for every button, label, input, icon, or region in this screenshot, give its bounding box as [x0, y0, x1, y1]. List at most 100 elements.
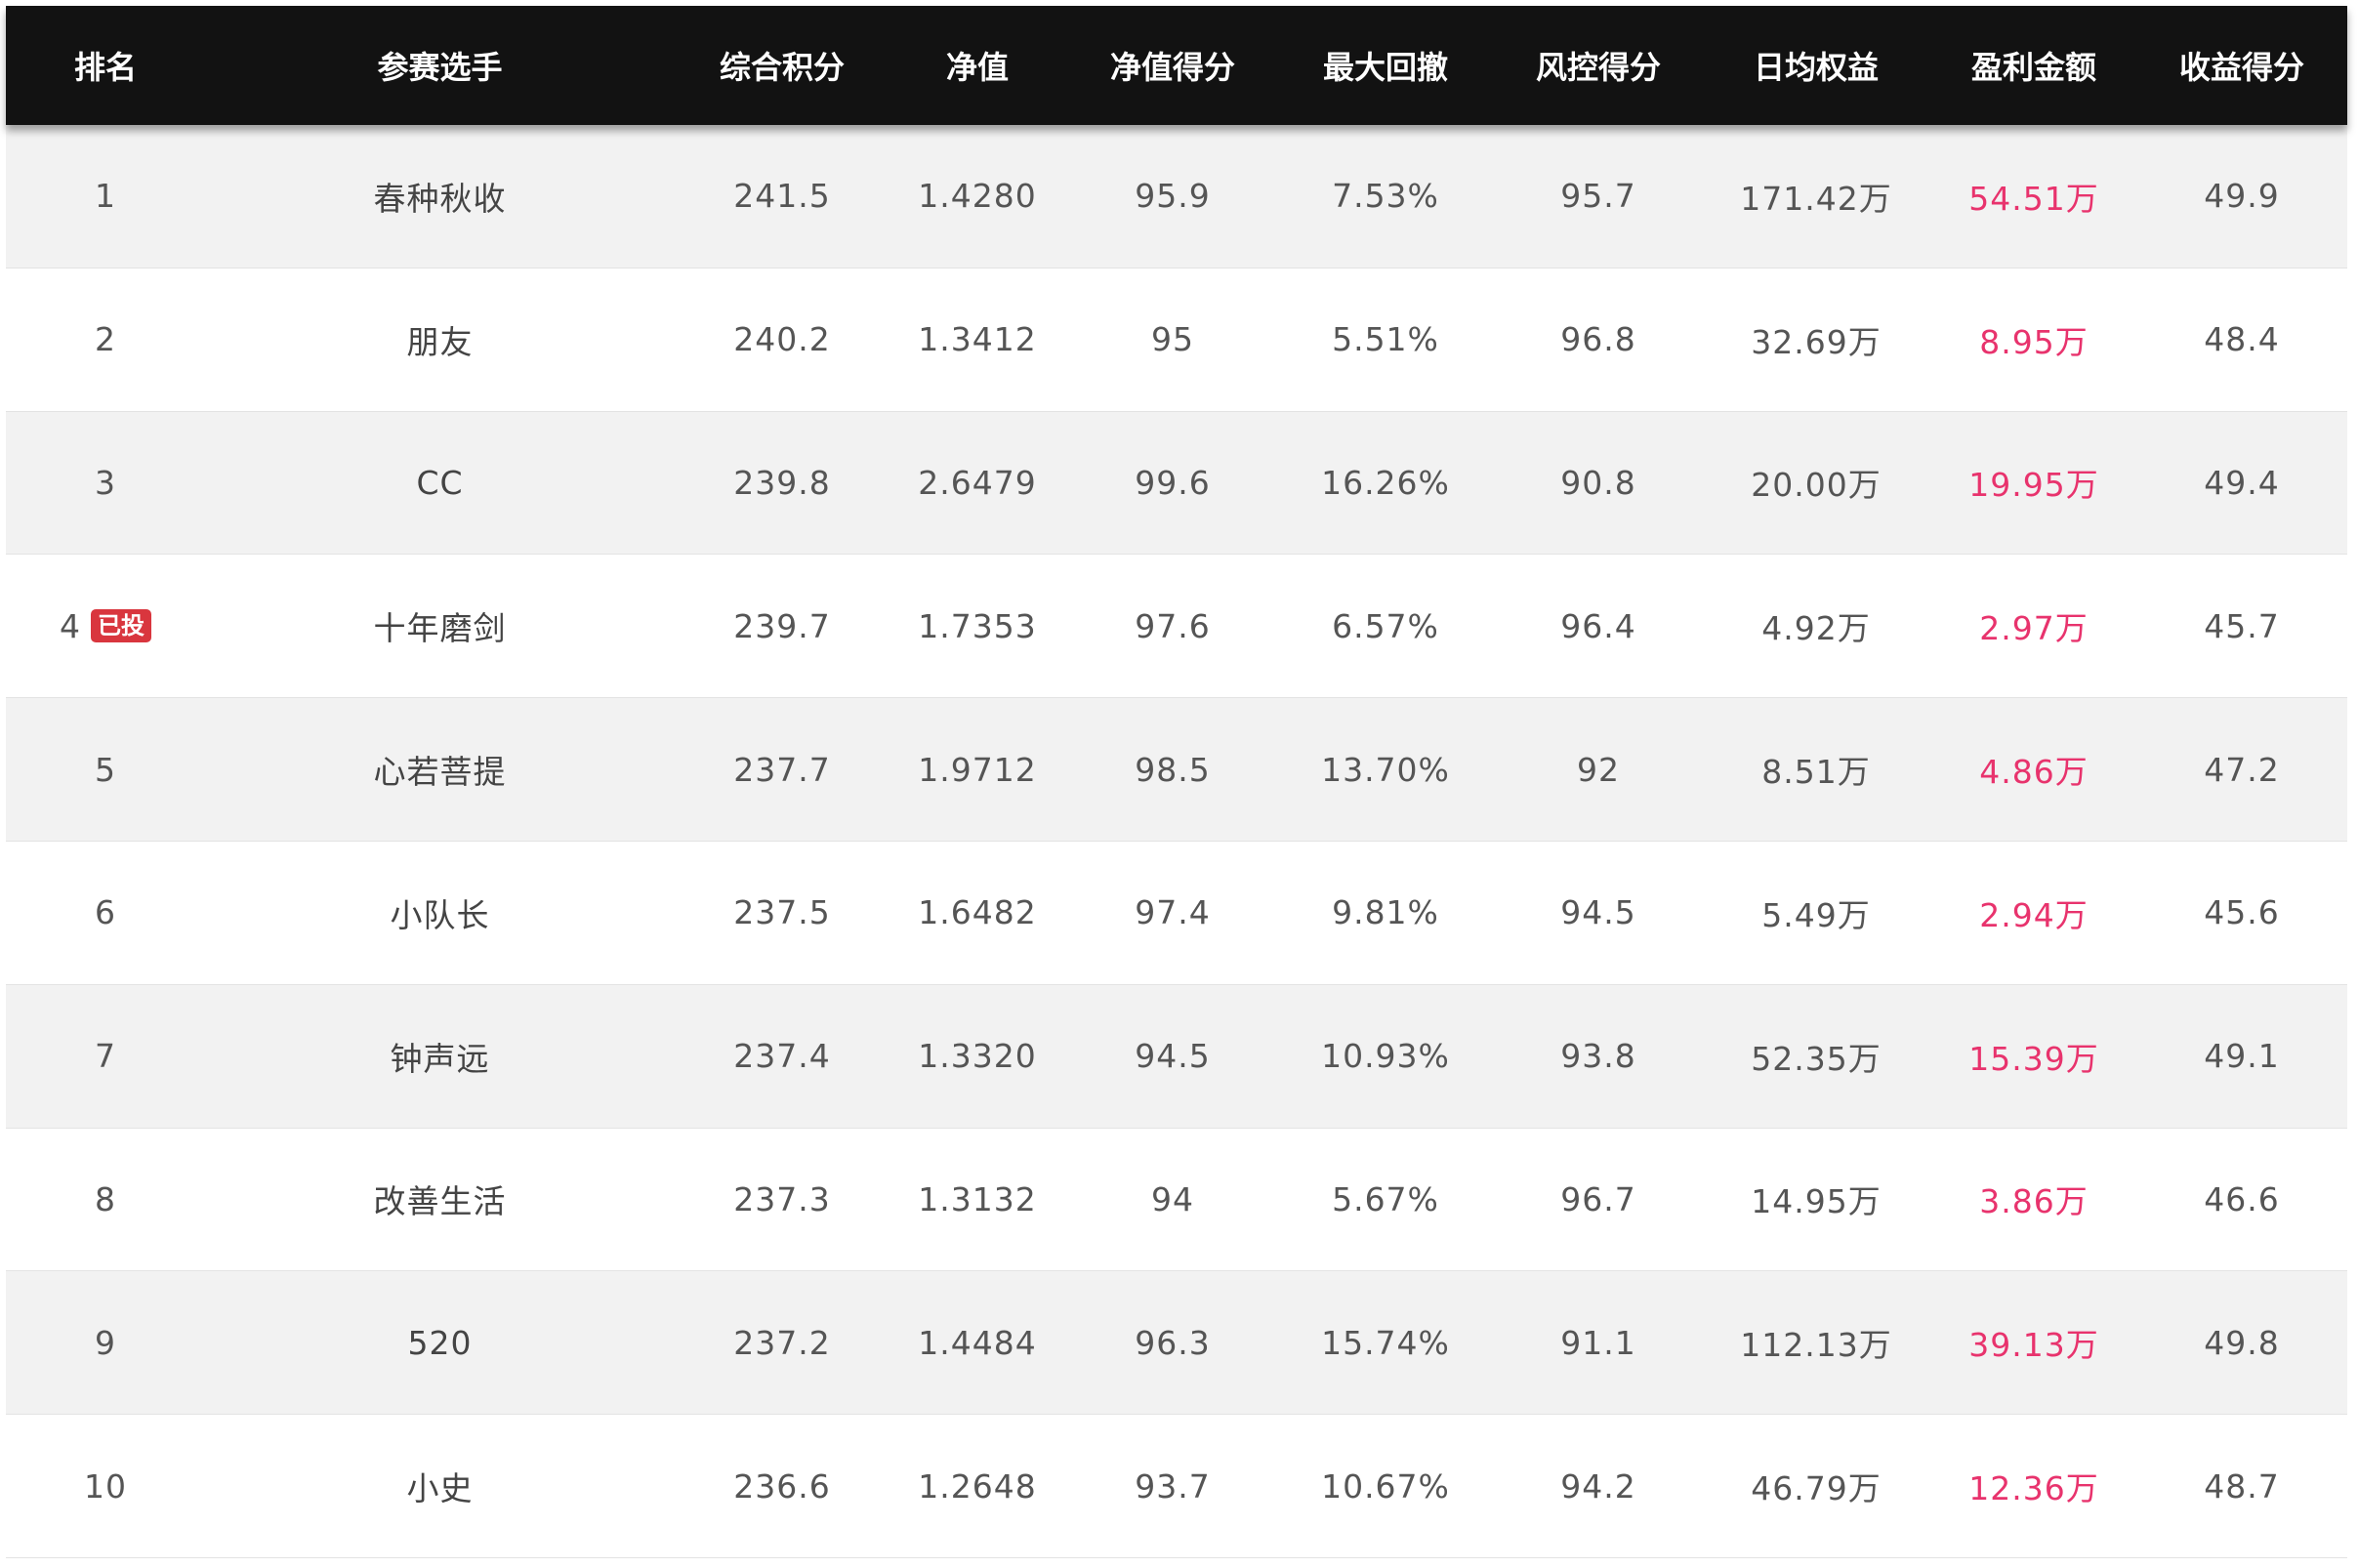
profit-amount: 2.97万: [1979, 609, 2089, 648]
header-profit[interactable]: 盈利金额: [1931, 43, 2136, 88]
nav-score: 97.4: [1135, 893, 1211, 932]
rank-cell: 3: [6, 464, 205, 502]
daily-equity: 46.79万: [1751, 1469, 1882, 1508]
rank-number: 9: [95, 1323, 116, 1362]
nav-score: 96.3: [1135, 1323, 1211, 1362]
total-score: 236.6: [733, 1466, 831, 1506]
table-body: 1 春种秋收 241.5 1.4280 95.9 7.53% 95.7 171.…: [6, 125, 2347, 1558]
nav-score: 99.6: [1135, 463, 1211, 502]
rank-number: 6: [95, 893, 116, 932]
nav-score: 98.5: [1135, 750, 1211, 789]
total-score: 237.4: [733, 1037, 831, 1076]
return-score: 49.1: [2204, 1037, 2280, 1076]
rank-number: 3: [95, 463, 116, 502]
nav-score: 94: [1151, 1179, 1194, 1218]
rank-number: 8: [95, 1179, 116, 1218]
table-row[interactable]: 4 已投 十年磨剑 239.7 1.7353 97.6 6.57% 96.4 4…: [6, 555, 2347, 699]
profit-amount: 12.36万: [1968, 1469, 2099, 1508]
table-row[interactable]: 1 春种秋收 241.5 1.4280 95.9 7.53% 95.7 171.…: [6, 125, 2347, 268]
player-name[interactable]: 520: [242, 1324, 638, 1362]
header-total-score[interactable]: 综合积分: [680, 43, 885, 88]
table-row[interactable]: 3 CC 239.8 2.6479 99.6 16.26% 90.8 20.00…: [6, 411, 2347, 556]
daily-equity: 14.95万: [1751, 1182, 1882, 1221]
table-row[interactable]: 10 小史 236.6 1.2648 93.7 10.67% 94.2 46.7…: [6, 1415, 2347, 1558]
rank-cell: 5: [6, 751, 205, 789]
return-score: 47.2: [2204, 750, 2280, 789]
total-score: 237.3: [733, 1179, 831, 1218]
daily-equity: 52.35万: [1751, 1039, 1882, 1078]
return-score: 49.4: [2204, 463, 2280, 502]
rank-cell: 9: [6, 1324, 205, 1362]
header-max-drawdown[interactable]: 最大回撤: [1275, 43, 1496, 88]
total-score: 237.2: [733, 1323, 831, 1362]
risk-score: 94.2: [1560, 1466, 1636, 1506]
table-row[interactable]: 5 心若菩提 237.7 1.9712 98.5 13.70% 92 8.51万…: [6, 698, 2347, 842]
nav-value: 2.6479: [918, 463, 1037, 502]
max-drawdown: 16.26%: [1321, 463, 1450, 502]
rank-cell: 6: [6, 893, 205, 931]
rank-number: 5: [95, 750, 116, 789]
player-name[interactable]: 十年磨剑: [242, 602, 638, 649]
daily-equity: 5.49万: [1761, 895, 1871, 934]
table-row[interactable]: 6 小队长 237.5 1.6482 97.4 9.81% 94.5 5.49万…: [6, 841, 2347, 985]
return-score: 49.8: [2204, 1323, 2280, 1362]
player-name[interactable]: 小队长: [242, 889, 638, 936]
nav-value: 1.4280: [918, 177, 1037, 216]
header-player[interactable]: 参赛选手: [242, 43, 638, 88]
total-score: 239.8: [733, 463, 831, 502]
header-risk-score[interactable]: 风控得分: [1496, 43, 1701, 88]
header-nav[interactable]: 净值: [885, 43, 1070, 88]
invested-badge: 已投: [91, 609, 151, 643]
profit-amount: 39.13万: [1968, 1326, 2099, 1365]
rank-cell: 4 已投: [6, 607, 205, 645]
nav-value: 1.3320: [918, 1037, 1037, 1076]
risk-score: 96.7: [1560, 1179, 1636, 1218]
profit-amount: 19.95万: [1968, 466, 2099, 505]
max-drawdown: 10.67%: [1321, 1466, 1450, 1506]
header-rank[interactable]: 排名: [6, 43, 205, 88]
rank-cell: 2: [6, 320, 205, 358]
profit-amount: 4.86万: [1979, 753, 2089, 792]
max-drawdown: 13.70%: [1321, 750, 1450, 789]
player-name[interactable]: 春种秋收: [242, 173, 638, 220]
rank-number: 7: [95, 1037, 116, 1076]
daily-equity: 4.92万: [1761, 609, 1871, 648]
table-row[interactable]: 2 朋友 240.2 1.3412 95 5.51% 96.8 32.69万 8…: [6, 268, 2347, 412]
header-daily-equity[interactable]: 日均权益: [1701, 43, 1931, 88]
player-name[interactable]: 朋友: [242, 316, 638, 363]
total-score: 237.5: [733, 893, 831, 932]
player-name[interactable]: 钟声远: [242, 1033, 638, 1080]
nav-score: 97.6: [1135, 606, 1211, 645]
leaderboard-table: 排名 参赛选手 综合积分 净值 净值得分 最大回撤 风控得分 日均权益 盈利金额…: [6, 6, 2347, 1562]
rank-cell: 1: [6, 177, 205, 215]
risk-score: 95.7: [1560, 177, 1636, 216]
rank-number: 2: [95, 320, 116, 359]
rank-cell: 10: [6, 1467, 205, 1506]
profit-amount: 8.95万: [1979, 322, 2089, 361]
profit-amount: 2.94万: [1979, 895, 2089, 934]
total-score: 239.7: [733, 606, 831, 645]
risk-score: 96.8: [1560, 320, 1636, 359]
return-score: 46.6: [2204, 1179, 2280, 1218]
player-name[interactable]: 小史: [242, 1463, 638, 1509]
total-score: 241.5: [733, 177, 831, 216]
table-row[interactable]: 9 520 237.2 1.4484 96.3 15.74% 91.1 112.…: [6, 1271, 2347, 1416]
header-return-score[interactable]: 收益得分: [2136, 43, 2347, 88]
daily-equity: 112.13万: [1740, 1326, 1892, 1365]
header-nav-score[interactable]: 净值得分: [1070, 43, 1275, 88]
player-name[interactable]: 心若菩提: [242, 746, 638, 793]
player-name[interactable]: CC: [242, 464, 638, 502]
table-row[interactable]: 7 钟声远 237.4 1.3320 94.5 10.93% 93.8 52.3…: [6, 984, 2347, 1129]
nav-value: 1.3132: [918, 1179, 1037, 1218]
profit-amount: 3.86万: [1979, 1182, 2089, 1221]
risk-score: 91.1: [1560, 1323, 1636, 1362]
return-score: 49.9: [2204, 177, 2280, 216]
risk-score: 96.4: [1560, 606, 1636, 645]
profit-amount: 54.51万: [1968, 179, 2099, 218]
player-name[interactable]: 改善生活: [242, 1176, 638, 1222]
table-row[interactable]: 8 改善生活 237.3 1.3132 94 5.67% 96.7 14.95万…: [6, 1128, 2347, 1272]
total-score: 237.7: [733, 750, 831, 789]
rank-number: 4: [60, 606, 81, 645]
max-drawdown: 5.67%: [1332, 1179, 1439, 1218]
nav-score: 94.5: [1135, 1037, 1211, 1076]
